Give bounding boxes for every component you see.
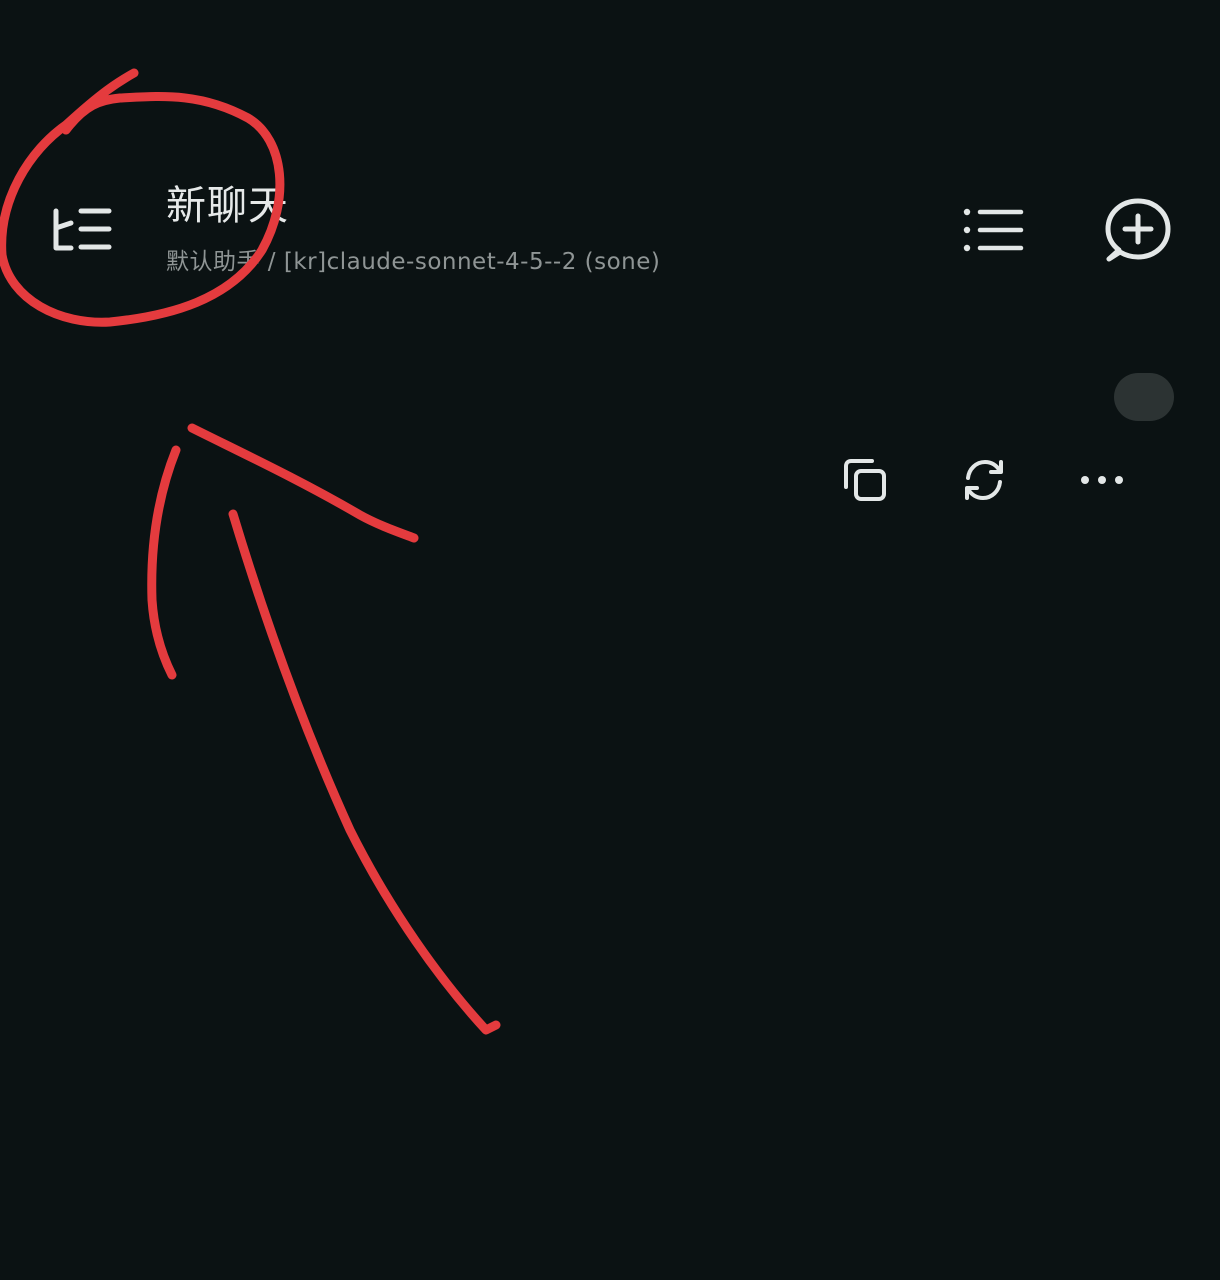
regenerate-icon bbox=[965, 460, 1003, 500]
annotation-arrow-shaft bbox=[228, 509, 501, 1035]
chat-title: 新聊天 bbox=[166, 183, 289, 229]
copy-button[interactable] bbox=[833, 448, 897, 512]
chat-title-block[interactable]: 新聊天 默认助手 / [kr]claude-sonnet-4-5--2 (son… bbox=[166, 180, 660, 278]
regenerate-button[interactable] bbox=[952, 448, 1016, 512]
assistant-model-subtitle: 默认助手 / [kr]claude-sonnet-4-5--2 (sone) bbox=[166, 249, 661, 275]
new-chat-button[interactable] bbox=[1095, 188, 1181, 274]
list-icon bbox=[963, 208, 1024, 252]
chat-screen: 新聊天 默认助手 / [kr]claude-sonnet-4-5--2 (son… bbox=[0, 0, 1220, 1280]
annotation-arrow-head-left bbox=[147, 445, 181, 680]
new-chat-icon bbox=[1105, 198, 1171, 262]
topic-list-button[interactable] bbox=[950, 195, 1040, 265]
copy-icon bbox=[844, 459, 886, 501]
drawer-toggle-button[interactable] bbox=[40, 195, 126, 265]
top-app-bar: 新聊天 默认助手 / [kr]claude-sonnet-4-5--2 (son… bbox=[0, 150, 1220, 300]
message-action-bar bbox=[830, 448, 1140, 512]
drawer-menu-icon bbox=[53, 208, 112, 251]
more-icon bbox=[1081, 476, 1123, 484]
more-options-button[interactable] bbox=[1070, 448, 1134, 512]
message-bubble[interactable] bbox=[1114, 373, 1174, 421]
annotation-arrow-head-right bbox=[187, 423, 419, 543]
